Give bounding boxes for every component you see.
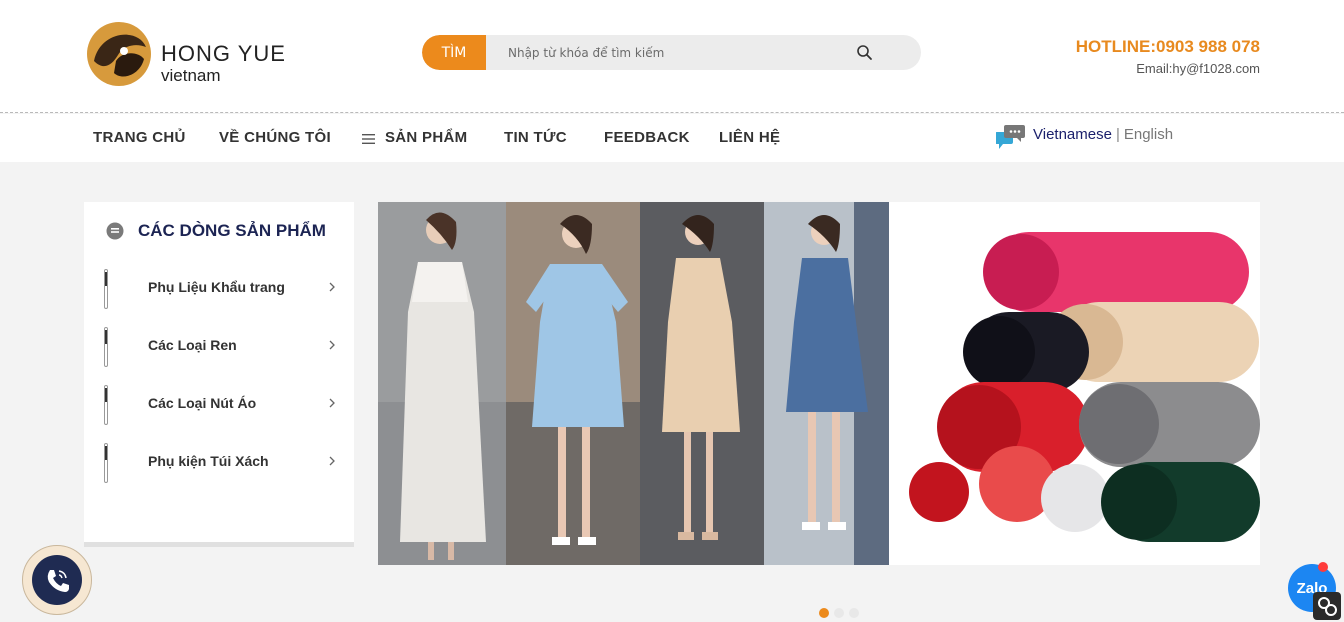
chevron-right-icon	[329, 456, 335, 466]
call-button[interactable]	[22, 545, 92, 615]
phone-icon	[47, 570, 69, 592]
hero-banner-slider[interactable]	[378, 202, 1260, 565]
language-switcher: Vietnamese | English	[1033, 126, 1173, 143]
nav-item-contact[interactable]: LIÊN HỆ	[719, 129, 780, 146]
chat-bubbles-icon	[996, 125, 1025, 149]
category-marker	[104, 327, 108, 367]
search-icon[interactable]	[856, 44, 873, 61]
category-label[interactable]: Phụ kiện Túi Xách	[148, 453, 269, 469]
category-item[interactable]: Các Loại Ren	[84, 327, 354, 367]
chevron-right-icon	[329, 398, 335, 408]
chevron-right-icon	[329, 282, 335, 292]
category-item[interactable]: Phụ Liệu Khẩu trang	[84, 269, 354, 309]
nav-item-products[interactable]: SẢN PHẨM	[385, 129, 467, 146]
nav-item-home[interactable]: TRANG CHỦ	[93, 129, 186, 146]
search-button[interactable]: TÌM	[422, 35, 486, 70]
chevron-right-icon	[329, 340, 335, 350]
banner-photo-beige-lace-dress	[640, 202, 764, 565]
search-input[interactable]	[498, 35, 838, 70]
nav-item-news[interactable]: TIN TỨC	[504, 129, 567, 146]
banner-photo-blue-lace-dress	[506, 202, 640, 565]
site-header: HONG YUE vietnam TÌM HOTLINE:0903 988 07…	[0, 0, 1344, 113]
nav-item-feedback[interactable]: FEEDBACK	[604, 129, 690, 146]
lang-vietnamese[interactable]: Vietnamese	[1033, 126, 1112, 143]
hamburger-menu-icon[interactable]	[362, 134, 375, 144]
category-label[interactable]: Các Loại Ren	[148, 337, 237, 353]
category-marker	[104, 443, 108, 483]
category-item[interactable]: Các Loại Nút Áo	[84, 385, 354, 425]
lang-english[interactable]: English	[1124, 126, 1173, 143]
hotline-text[interactable]: HOTLINE:0903 988 078	[1076, 37, 1260, 57]
sidebar-title: CÁC DÒNG SẢN PHẨM	[138, 221, 326, 240]
category-item[interactable]: Phụ kiện Túi Xách	[84, 443, 354, 483]
lang-separator: |	[1115, 126, 1120, 143]
link-widget-icon[interactable]	[1313, 592, 1341, 620]
slider-dot-active[interactable]	[819, 608, 829, 618]
search-bar: TÌM	[422, 35, 921, 70]
logo-mark-icon	[87, 22, 151, 86]
slider-pagination	[817, 608, 861, 620]
email-text[interactable]: Email:hy@f1028.com	[1136, 61, 1260, 76]
phone-icon-wrap	[32, 555, 82, 605]
category-marker	[104, 269, 108, 309]
slider-dot[interactable]	[834, 608, 844, 618]
banner-photo-denim-dress	[764, 202, 889, 565]
product-category-sidebar: CÁC DÒNG SẢN PHẨM Phụ Liệu Khẩu trang Cá…	[84, 202, 354, 547]
banner-photo-white-lace-dress	[378, 202, 506, 565]
category-label[interactable]: Các Loại Nút Áo	[148, 395, 256, 411]
category-label[interactable]: Phụ Liệu Khẩu trang	[148, 279, 285, 295]
collapse-circle-icon[interactable]	[106, 222, 124, 240]
category-marker	[104, 385, 108, 425]
notification-badge	[1318, 562, 1328, 572]
nav-item-about[interactable]: VỀ CHÚNG TÔI	[219, 129, 331, 146]
logo-subtitle: vietnam	[161, 66, 221, 85]
logo[interactable]: HONG YUE vietnam	[86, 21, 306, 87]
link-icon	[1318, 597, 1337, 616]
slider-dot[interactable]	[849, 608, 859, 618]
banner-photo-lace-rolls	[889, 202, 1260, 565]
logo-title: HONG YUE	[161, 41, 286, 66]
main-nav: TRANG CHỦ VỀ CHÚNG TÔI SẢN PHẨM TIN TỨC …	[0, 114, 1344, 162]
